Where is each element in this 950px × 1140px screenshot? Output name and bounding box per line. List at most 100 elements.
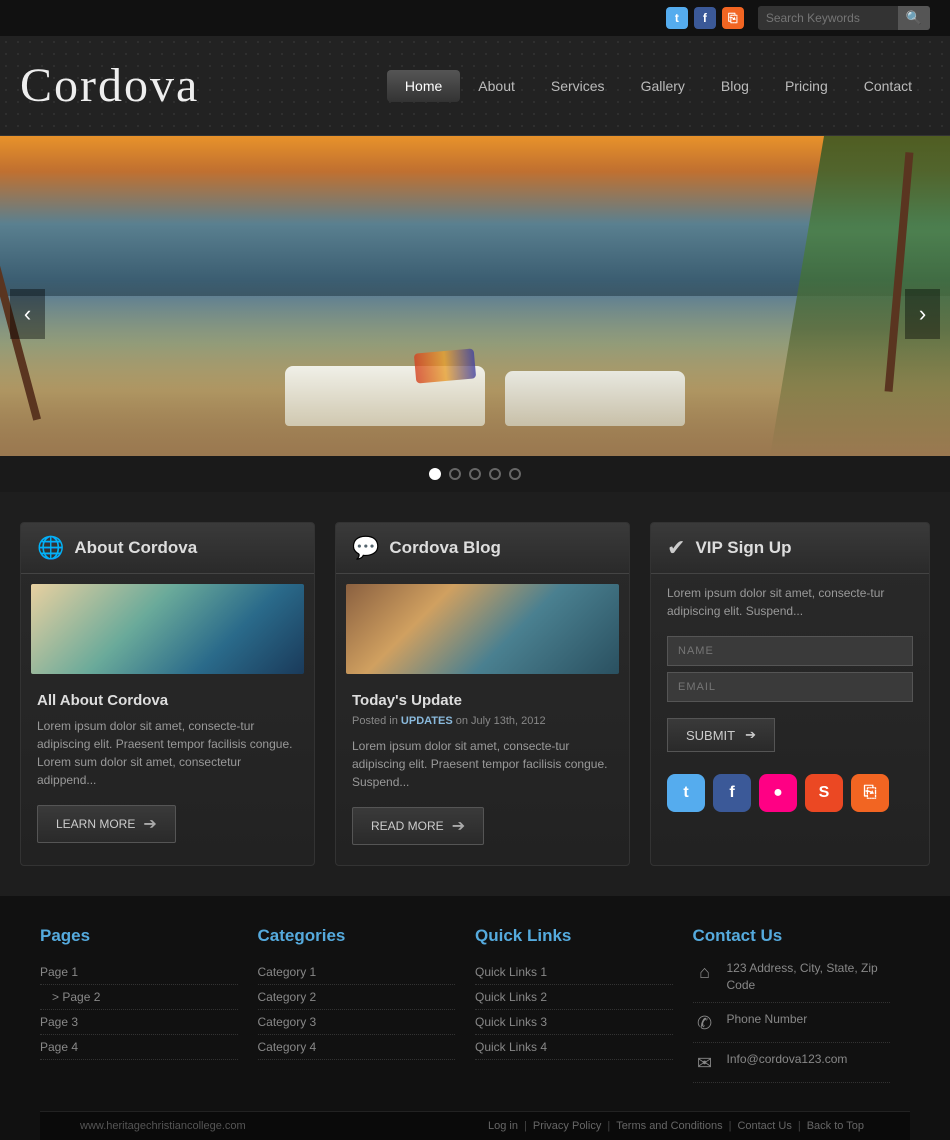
slider-section: ‹ › xyxy=(0,136,950,492)
about-card: 🌐 About Cordova All About Cordova Lorem … xyxy=(20,522,315,866)
page-link-2[interactable]: > Page 2 xyxy=(40,985,238,1010)
slider-prev-button[interactable]: ‹ xyxy=(10,289,45,339)
nav: Home About Services Gallery Blog Pricing… xyxy=(387,70,930,102)
footer-categories: Categories Category 1 Category 2 Categor… xyxy=(258,926,476,1091)
vip-name-input[interactable] xyxy=(667,636,913,666)
cat-link-2[interactable]: Category 2 xyxy=(258,985,456,1010)
twitter-icon-top[interactable]: t xyxy=(666,7,688,29)
footer-columns: Pages Page 1 > Page 2 Page 3 Page 4 Cate… xyxy=(40,926,910,1091)
about-card-image xyxy=(31,584,304,674)
page-link-4[interactable]: Page 4 xyxy=(40,1035,238,1060)
categories-title: Categories xyxy=(258,926,456,946)
facebook-icon-top[interactable]: f xyxy=(694,7,716,29)
blog-card-meta: Posted in UPDATES on July 13th, 2012 xyxy=(336,713,629,733)
vip-email-input[interactable] xyxy=(667,672,913,702)
nav-contact[interactable]: Contact xyxy=(846,70,930,102)
ql-link-2[interactable]: Quick Links 2 xyxy=(475,985,673,1010)
facebook-icon[interactable]: f xyxy=(713,774,751,812)
contact-email: ✉ Info@cordova123.com xyxy=(693,1051,891,1083)
top-bar: t f ⎘ 🔍 xyxy=(0,0,950,36)
footer-contact: Contact Us ⌂ 123 Address, City, State, Z… xyxy=(693,926,911,1091)
footer-login[interactable]: Log in xyxy=(482,1120,524,1132)
rss-icon-top[interactable]: ⎘ xyxy=(722,7,744,29)
meta-highlight: UPDATES xyxy=(401,715,453,727)
blog-card-image xyxy=(346,584,619,674)
footer-quicklinks: Quick Links Quick Links 1 Quick Links 2 … xyxy=(475,926,693,1091)
contact-phone: ✆ Phone Number xyxy=(693,1011,891,1043)
search-input[interactable] xyxy=(758,7,898,29)
slider-dot-3[interactable] xyxy=(469,468,481,480)
contact-address: ⌂ 123 Address, City, State, Zip Code xyxy=(693,960,891,1003)
search-button[interactable]: 🔍 xyxy=(898,6,930,30)
slider-next-button[interactable]: › xyxy=(905,289,940,339)
email-text: Info@cordova123.com xyxy=(727,1051,848,1068)
nav-home[interactable]: Home xyxy=(387,70,460,102)
meta-pre: Posted in xyxy=(352,715,401,727)
phone-text: Phone Number xyxy=(727,1011,808,1028)
nav-about[interactable]: About xyxy=(460,70,533,102)
cat-link-1[interactable]: Category 1 xyxy=(258,960,456,985)
about-card-title: About Cordova xyxy=(74,538,197,558)
slider-dot-2[interactable] xyxy=(449,468,461,480)
vip-card-header: ✔ VIP Sign Up xyxy=(651,523,929,574)
rss-icon[interactable]: ⎘ xyxy=(851,774,889,812)
vip-card-title: VIP Sign Up xyxy=(695,538,791,558)
cat-link-3[interactable]: Category 3 xyxy=(258,1010,456,1035)
search-box: 🔍 xyxy=(758,6,930,30)
blog-card-subtitle: Today's Update xyxy=(336,684,629,713)
arrow-icon: ➔ xyxy=(143,814,156,834)
meta-post: on July 13th, 2012 xyxy=(453,715,546,727)
check-icon: ✔ xyxy=(667,535,685,561)
learn-more-button[interactable]: LEARN MORE ➔ xyxy=(37,805,176,843)
footer-privacy[interactable]: Privacy Policy xyxy=(527,1120,607,1132)
footer-url: www.heritagechristiancollege.com xyxy=(80,1120,246,1132)
footer-terms[interactable]: Terms and Conditions xyxy=(610,1120,728,1132)
chat-icon: 💬 xyxy=(352,535,379,561)
logo: Cordova xyxy=(20,58,199,113)
quicklinks-title: Quick Links xyxy=(475,926,673,946)
nav-gallery[interactable]: Gallery xyxy=(623,70,703,102)
flickr-icon[interactable]: ● xyxy=(759,774,797,812)
pages-title: Pages xyxy=(40,926,238,946)
footer-bottom: www.heritagechristiancollege.com Log in … xyxy=(40,1111,910,1140)
footer-back-top[interactable]: Back to Top xyxy=(801,1120,870,1132)
about-card-text: Lorem ipsum dolor sit amet, consecte-tur… xyxy=(21,713,314,793)
learn-more-label: LEARN MORE xyxy=(56,817,135,831)
stumbleupon-icon[interactable]: S xyxy=(805,774,843,812)
blog-card: 💬 Cordova Blog Today's Update Posted in … xyxy=(335,522,630,866)
vip-card: ✔ VIP Sign Up Lorem ipsum dolor sit amet… xyxy=(650,522,930,866)
page-link-3[interactable]: Page 3 xyxy=(40,1010,238,1035)
slider-dots xyxy=(0,456,950,492)
nav-services[interactable]: Services xyxy=(533,70,623,102)
about-card-header: 🌐 About Cordova xyxy=(21,523,314,574)
submit-label: SUBMIT xyxy=(686,728,735,743)
blog-card-header: 💬 Cordova Blog xyxy=(336,523,629,574)
phone-icon: ✆ xyxy=(693,1013,717,1034)
read-more-button[interactable]: READ MORE ➔ xyxy=(352,807,484,845)
ql-link-4[interactable]: Quick Links 4 xyxy=(475,1035,673,1060)
footer-pages: Pages Page 1 > Page 2 Page 3 Page 4 xyxy=(40,926,258,1091)
home-icon: ⌂ xyxy=(693,962,717,983)
twitter-icon[interactable]: t xyxy=(667,774,705,812)
footer: Pages Page 1 > Page 2 Page 3 Page 4 Cate… xyxy=(0,896,950,1140)
nav-blog[interactable]: Blog xyxy=(703,70,767,102)
arrow-icon-2: ➔ xyxy=(452,816,465,836)
content-area: 🌐 About Cordova All About Cordova Lorem … xyxy=(0,492,950,896)
slider-image xyxy=(0,136,950,456)
vip-submit-button[interactable]: SUBMIT ➔ xyxy=(667,718,775,752)
header: Cordova Home About Services Gallery Blog… xyxy=(0,36,950,136)
footer-bottom-links: Log in | Privacy Policy | Terms and Cond… xyxy=(482,1120,870,1132)
about-card-subtitle: All About Cordova xyxy=(21,684,314,713)
globe-icon: 🌐 xyxy=(37,535,64,561)
vip-social-icons: t f ● S ⎘ xyxy=(651,762,929,824)
slider-dot-5[interactable] xyxy=(509,468,521,480)
page-link-1[interactable]: Page 1 xyxy=(40,960,238,985)
ql-link-1[interactable]: Quick Links 1 xyxy=(475,960,673,985)
footer-contact-link[interactable]: Contact Us xyxy=(731,1120,797,1132)
ql-link-3[interactable]: Quick Links 3 xyxy=(475,1010,673,1035)
nav-pricing[interactable]: Pricing xyxy=(767,70,846,102)
blog-card-title: Cordova Blog xyxy=(389,538,500,558)
slider-dot-4[interactable] xyxy=(489,468,501,480)
slider-dot-1[interactable] xyxy=(429,468,441,480)
cat-link-4[interactable]: Category 4 xyxy=(258,1035,456,1060)
